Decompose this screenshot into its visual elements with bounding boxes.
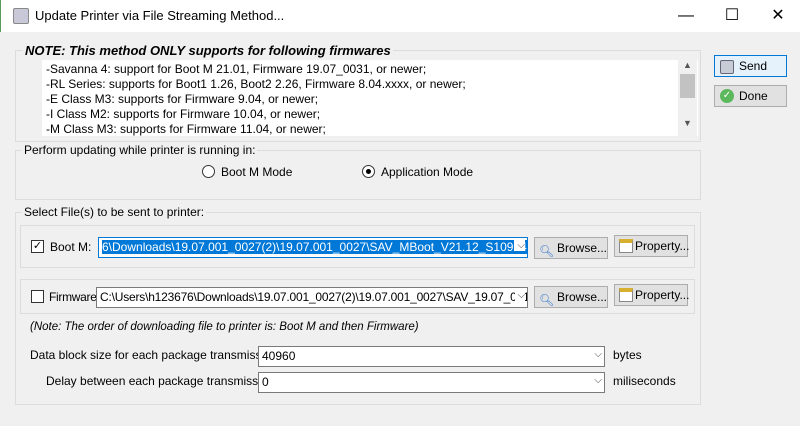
bootm-mode-label[interactable]: Boot M Mode bbox=[221, 165, 292, 179]
browse-label: Browse... bbox=[557, 290, 608, 304]
notes-scrollbar[interactable]: ▲ ▼ bbox=[678, 60, 697, 136]
delay-label: Delay between each package transmission: bbox=[46, 374, 278, 388]
firmware-checkbox[interactable] bbox=[31, 290, 44, 303]
property-icon bbox=[619, 239, 633, 253]
firmware-browse-button[interactable]: 🔍︎ Browse... bbox=[534, 286, 608, 308]
property-label: Property... bbox=[635, 239, 690, 253]
minimize-button[interactable]: — bbox=[663, 0, 709, 32]
block-size-combo[interactable]: 40960 ⌵ bbox=[258, 346, 605, 367]
maximize-button[interactable]: ☐ bbox=[709, 0, 755, 32]
bootm-mode-radio[interactable] bbox=[202, 165, 215, 178]
note-heading: NOTE: This method ONLY supports for foll… bbox=[23, 43, 393, 58]
printer-icon bbox=[720, 60, 734, 74]
send-button[interactable]: Send bbox=[714, 55, 787, 77]
done-label: Done bbox=[739, 89, 768, 103]
scroll-down-icon[interactable]: ▼ bbox=[678, 118, 697, 128]
window-title: Update Printer via File Streaming Method… bbox=[35, 8, 285, 23]
bootm-browse-button[interactable]: 🔍︎ Browse... bbox=[534, 237, 608, 259]
property-icon bbox=[619, 288, 633, 302]
delay-unit: miliseconds bbox=[613, 374, 676, 388]
bootm-label: Boot M: bbox=[50, 240, 92, 254]
mode-group bbox=[15, 150, 701, 200]
chevron-down-icon[interactable]: ⌵ bbox=[594, 349, 602, 360]
firmware-path-combo[interactable]: C:\Users\h123676\Downloads\19.07.001_002… bbox=[96, 287, 528, 308]
chevron-down-icon[interactable]: ⌵ bbox=[594, 375, 602, 386]
firmware-property-button[interactable]: Property... bbox=[614, 284, 690, 306]
bootm-checkbox[interactable]: ✓ bbox=[31, 240, 44, 253]
printer-app-icon bbox=[13, 8, 29, 24]
bootm-property-button[interactable]: Property... bbox=[614, 235, 690, 257]
scroll-thumb[interactable] bbox=[680, 74, 695, 98]
note-line: -Savanna 4: support for Boot M 21.01, Fi… bbox=[46, 62, 427, 76]
chevron-down-icon[interactable]: ⌵ bbox=[514, 240, 525, 251]
scroll-up-icon[interactable]: ▲ bbox=[678, 60, 697, 70]
delay-value: 0 bbox=[262, 375, 269, 389]
delay-combo[interactable]: 0 ⌵ bbox=[258, 372, 605, 393]
bootm-path-combo[interactable]: 6\Downloads\19.07.001_0027(2)\19.07.001_… bbox=[98, 237, 528, 258]
close-button[interactable]: ✕ bbox=[755, 0, 800, 32]
note-line: -E Class M3: supports for Firmware 9.04,… bbox=[46, 92, 319, 106]
magnifier-icon: 🔍︎ bbox=[539, 244, 555, 258]
done-button[interactable]: ✓ Done bbox=[714, 85, 787, 107]
note-line: -M Class M3: supports for Firmware 11.04… bbox=[46, 122, 326, 136]
bootm-path-value: 6\Downloads\19.07.001_0027(2)\19.07.001_… bbox=[102, 240, 527, 254]
mode-label: Perform updating while printer is runnin… bbox=[22, 143, 258, 157]
title-bar: Update Printer via File Streaming Method… bbox=[0, 0, 800, 32]
block-size-label: Data block size for each package transmi… bbox=[30, 348, 281, 362]
checkmark-icon: ✓ bbox=[720, 89, 734, 103]
chevron-down-icon[interactable]: ⌵ bbox=[514, 290, 525, 301]
application-mode-label[interactable]: Application Mode bbox=[381, 165, 473, 179]
note-line: -I Class M2: supports for Firmware 10.04… bbox=[46, 107, 321, 121]
firmware-label: Firmware: bbox=[49, 290, 100, 304]
order-note: (Note: The order of downloading file to … bbox=[30, 321, 419, 333]
block-size-unit: bytes bbox=[613, 348, 642, 362]
magnifier-icon: 🔍︎ bbox=[539, 293, 555, 307]
browse-label: Browse... bbox=[557, 241, 608, 255]
application-mode-radio[interactable] bbox=[362, 165, 375, 178]
firmware-path-value: C:\Users\h123676\Downloads\19.07.001_002… bbox=[100, 290, 528, 304]
block-size-value: 40960 bbox=[262, 349, 296, 363]
firmware-notes-textbox[interactable]: -Savanna 4: support for Boot M 21.01, Fi… bbox=[42, 60, 698, 136]
files-label: Select File(s) to be sent to printer: bbox=[22, 205, 207, 219]
property-label: Property... bbox=[635, 288, 690, 302]
note-line: -RL Series: supports for Boot1 1.26, Boo… bbox=[46, 77, 466, 91]
send-label: Send bbox=[739, 59, 768, 73]
